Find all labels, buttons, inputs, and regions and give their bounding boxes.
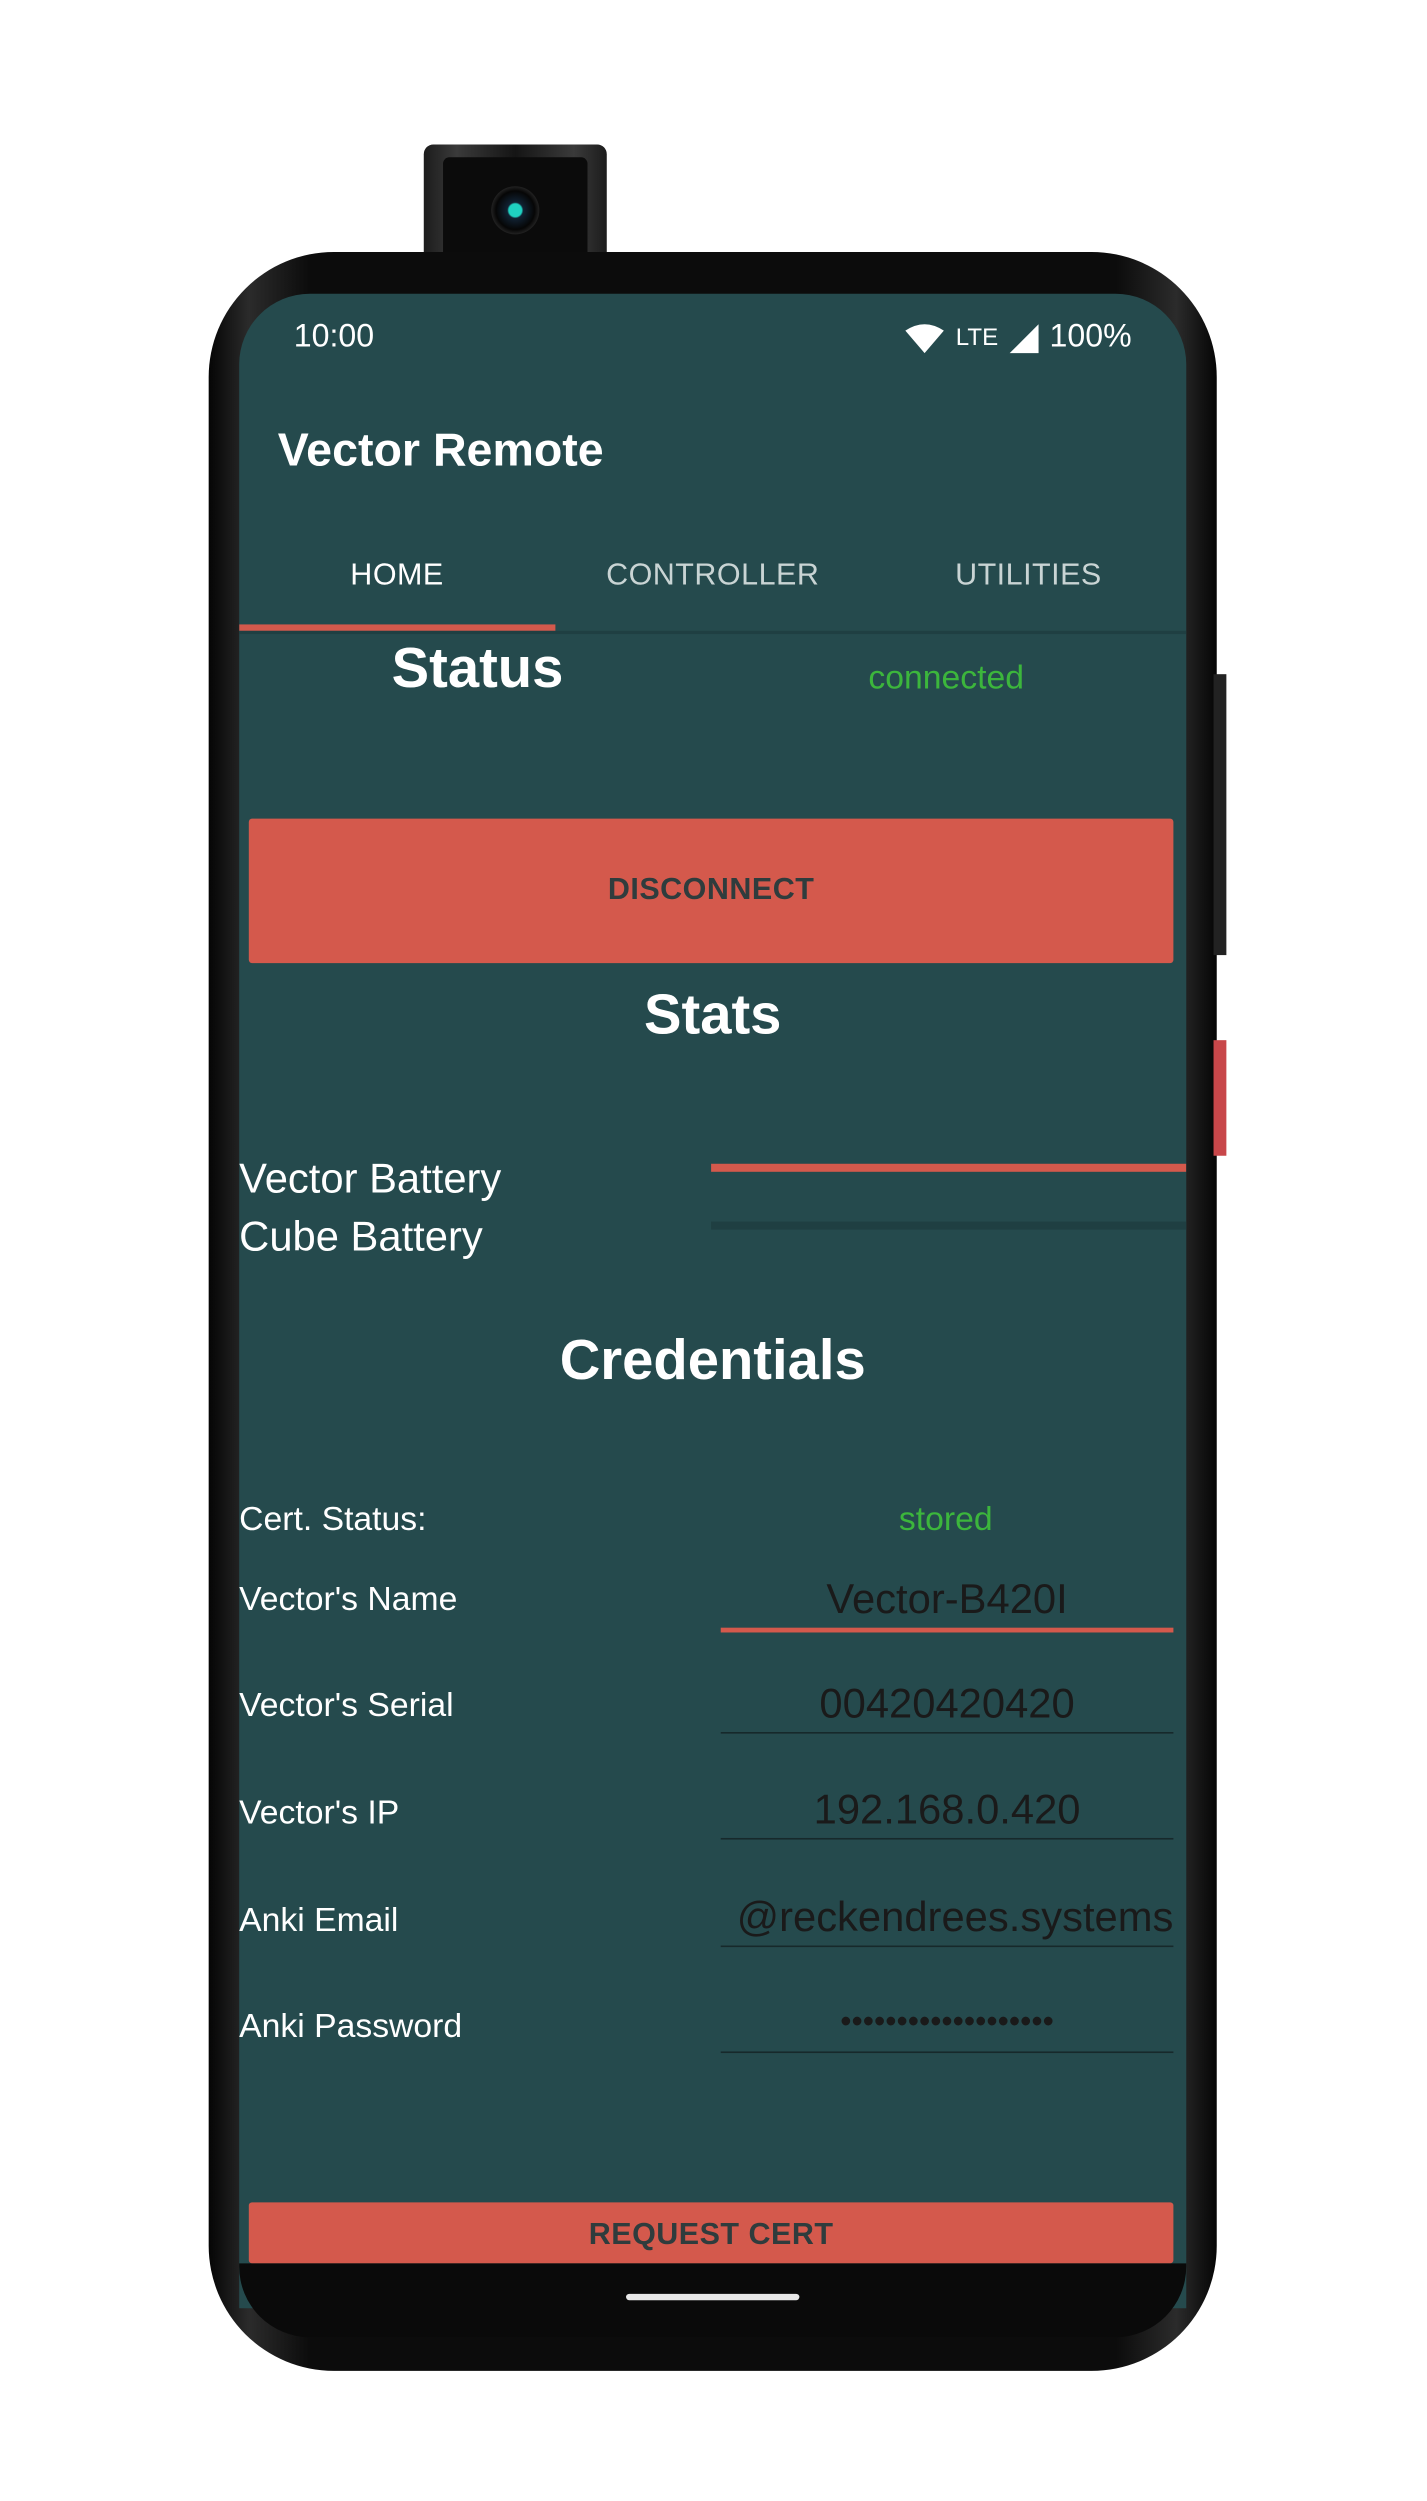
stats-heading: Stats	[644, 983, 782, 1047]
battery-percentage: 100%	[1049, 319, 1132, 355]
anki-email-label: Anki Email	[239, 1902, 399, 1940]
vector-serial-field[interactable]: 00420420420	[720, 1674, 1174, 1734]
status-bar-time: 10:00	[293, 319, 375, 355]
vector-ip-field[interactable]: 192.168.0.420	[720, 1780, 1174, 1840]
credentials-heading: Credentials	[559, 1329, 866, 1392]
tab-utilities[interactable]: UTILITIES	[871, 535, 1187, 631]
tab-divider	[239, 630, 1187, 635]
network-type: LTE	[955, 324, 999, 352]
cube-battery-label: Cube Battery	[239, 1211, 483, 1261]
vector-serial-label: Vector's Serial	[239, 1687, 454, 1724]
anki-password-field[interactable]: •••••••••••••••••••	[720, 1994, 1174, 2054]
vector-battery-label: Vector Battery	[239, 1154, 502, 1203]
disconnect-button[interactable]: DISCONNECT	[248, 818, 1174, 964]
vector-battery-bar	[711, 1163, 1187, 1172]
cell-signal-icon	[1009, 323, 1039, 353]
power-button	[1213, 674, 1227, 956]
camera-lens-icon	[491, 186, 540, 235]
status-heading: Status	[391, 637, 564, 700]
vector-ip-label: Vector's IP	[239, 1794, 400, 1832]
anki-password-label: Anki Password	[239, 2008, 463, 2046]
cert-status-label: Cert. Status:	[239, 1500, 427, 1538]
wifi-icon	[906, 323, 945, 353]
side-accent-button	[1213, 1040, 1227, 1156]
app-screen: 10:00 LTE 100% Vector Remote HOME CONTRO…	[239, 293, 1187, 2309]
tab-bar: HOME CONTROLLER UTILITIES	[239, 535, 1186, 631]
home-indicator[interactable]	[626, 2293, 800, 2301]
cert-status-value: stored	[898, 1500, 993, 1538]
status-bar-indicators: LTE 100%	[904, 319, 1132, 356]
vector-name-field[interactable]: Vector-B420I	[720, 1570, 1174, 1633]
cube-battery-bar	[711, 1221, 1187, 1230]
tab-controller[interactable]: CONTROLLER	[555, 535, 871, 631]
anki-email-field[interactable]: @reckendrees.systems	[720, 1888, 1174, 1948]
tab-home[interactable]: HOME	[239, 535, 555, 631]
vector-battery-fill	[711, 1163, 1187, 1172]
app-title: Vector Remote	[277, 425, 604, 477]
popup-camera	[423, 144, 607, 270]
connection-status: connected	[868, 659, 1024, 697]
vector-name-label: Vector's Name	[239, 1581, 458, 1619]
request-cert-button[interactable]: REQUEST CERT	[248, 2202, 1174, 2264]
